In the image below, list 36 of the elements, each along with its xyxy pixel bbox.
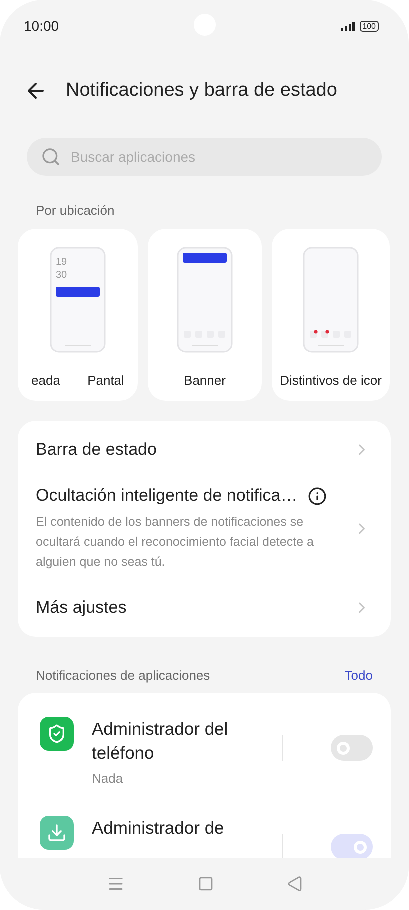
- clock-text: 19: [56, 257, 68, 268]
- placement-card[interactable]: Distintivos de icor: [272, 229, 390, 401]
- row-title: Más ajustes: [36, 598, 127, 618]
- back-nav-icon[interactable]: [286, 876, 302, 892]
- notification-toggle[interactable]: [331, 834, 373, 858]
- app-name: Administrador de: [92, 817, 226, 840]
- card-label: Distintivos de icor: [280, 373, 382, 388]
- download-icon: [40, 816, 74, 850]
- home-icon[interactable]: [198, 876, 214, 892]
- notification-toggle[interactable]: [331, 735, 373, 761]
- app-subtitle: Nada: [92, 771, 124, 786]
- settings-row[interactable]: Más ajustes: [18, 585, 391, 631]
- status-time: 10:00: [24, 18, 60, 34]
- section-label: Por ubicación: [36, 203, 115, 218]
- row-title: Ocultación inteligente de notifica…: [36, 486, 298, 506]
- app-name: Administrador del teléfono: [92, 718, 230, 765]
- row-description: El contenido de los banners de notificaciones se ocultará cuando el reconocimiento facial detecte a alguien que no seas tú.: [36, 514, 315, 571]
- menu-icon[interactable]: [106, 875, 124, 893]
- card-label: Banner: [184, 373, 226, 388]
- search-icon: [41, 147, 61, 167]
- settings-row[interactable]: Barra de estado: [18, 427, 391, 473]
- signal-icon: [340, 22, 355, 30]
- battery-indicator: 100: [360, 20, 379, 32]
- all-link[interactable]: Todo: [344, 668, 373, 683]
- row-title: Barra de estado: [36, 440, 157, 460]
- card-label: eada: [32, 373, 60, 388]
- settings-row[interactable]: Ocultación inteligente de notifica… El contenido de los banners de notificaciones se ocultará cuando el reconocimiento facial detecte a alguien que no seas tú.: [18, 473, 391, 585]
- clock-text: 30: [56, 270, 68, 281]
- info-icon[interactable]: [308, 486, 327, 506]
- app-row[interactable]: Administrador del teléfono Nada: [18, 701, 391, 800]
- page-title: Notificaciones y barra de estado: [66, 80, 338, 102]
- placement-card[interactable]: 19 30 eada Pantal: [18, 229, 138, 401]
- shield-icon: [40, 717, 74, 751]
- card-label: Pantal: [88, 373, 124, 388]
- placement-card[interactable]: Banner: [148, 229, 262, 401]
- section-label: Notificaciones de aplicaciones: [36, 668, 210, 683]
